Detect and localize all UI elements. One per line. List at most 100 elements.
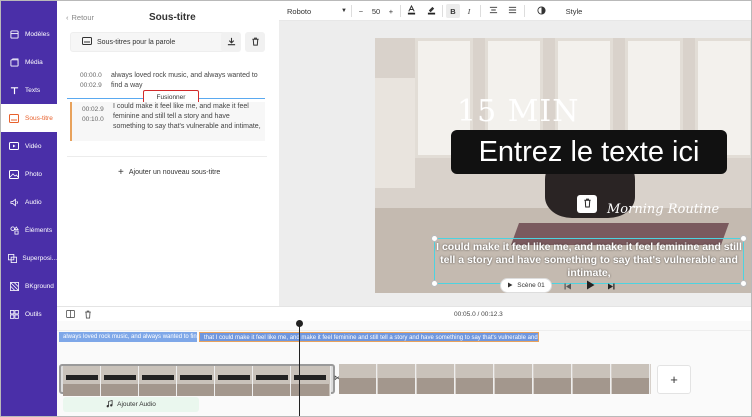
text-box[interactable]: Entrez le texte ici: [451, 130, 727, 174]
clip-thumbnail: [495, 364, 533, 394]
text-color-button[interactable]: [404, 4, 418, 18]
overlay-icon: [5, 253, 20, 263]
subtitle-times: 00:00.0 00:02.9: [80, 71, 104, 91]
playhead[interactable]: [299, 321, 300, 416]
elements-icon: [5, 225, 23, 235]
add-scene-button[interactable]: +: [657, 365, 691, 394]
download-button[interactable]: [221, 32, 241, 52]
back-label: Retour: [71, 13, 95, 22]
highlight-color-button[interactable]: [425, 4, 437, 18]
align-button[interactable]: [486, 4, 500, 18]
resize-handle[interactable]: [740, 280, 747, 287]
timeline-ruler: [57, 321, 751, 331]
play-icon: [507, 282, 513, 290]
caption-clip[interactable]: always loved rock music, and always want…: [59, 332, 197, 342]
style-button[interactable]: Style: [563, 4, 585, 18]
caption-clip[interactable]: that I could make it feel like me, and m…: [199, 332, 539, 342]
nav-item-elements[interactable]: Éléments: [1, 216, 57, 244]
font-size-input[interactable]: 50: [367, 4, 385, 18]
separator: [400, 5, 401, 17]
separator: [480, 5, 481, 17]
trash-icon[interactable]: [84, 310, 92, 321]
clip-thumbnail: [417, 364, 455, 394]
nav-item-texts[interactable]: Texts: [1, 76, 57, 104]
nav-label: Éléments: [25, 226, 53, 234]
delete-button[interactable]: [245, 32, 265, 52]
scene-play-button[interactable]: Scène 01: [500, 278, 552, 293]
line-spacing-icon: [508, 6, 517, 16]
add-audio-label: Ajouter Audio: [117, 401, 156, 408]
nav-item-bkground[interactable]: BKground: [1, 272, 57, 300]
templates-icon: [5, 29, 23, 39]
nav-label: Audio: [25, 198, 42, 206]
nav-item-photo[interactable]: Photo: [1, 160, 57, 188]
subtitle-start: 00:00.0: [80, 72, 102, 79]
line-spacing-button[interactable]: [505, 4, 519, 18]
next-button[interactable]: [604, 278, 618, 293]
video-preview[interactable]: 15 MIN Entrez le texte ici Morning Routi…: [375, 38, 751, 293]
previous-button[interactable]: [561, 278, 575, 293]
divider: [67, 156, 267, 157]
chevron-down-icon: ▼: [341, 8, 347, 14]
resize-handle[interactable]: [431, 235, 438, 242]
video-icon: [5, 142, 23, 150]
decrease-size-button[interactable]: −: [355, 4, 367, 18]
nav-item-video[interactable]: Vidéo: [1, 132, 57, 160]
play-button[interactable]: [583, 278, 597, 293]
nav-item-sous-titre[interactable]: Sous-titre: [1, 104, 57, 132]
nav-label: Sous-titre: [25, 114, 53, 122]
split-icon[interactable]: [66, 310, 75, 320]
subtitle-text[interactable]: always loved rock music, and always want…: [111, 71, 261, 91]
subtitle-item[interactable]: 00:02.9 00:10.0 I could make it feel lik…: [70, 102, 265, 141]
video-clip[interactable]: [339, 364, 651, 394]
increase-size-button[interactable]: +: [385, 4, 397, 18]
trash-icon: [251, 33, 260, 51]
nav-item-superposition[interactable]: Superposi...: [1, 244, 57, 272]
timeline-toolbar: 00:05.0 / 00:12.3: [57, 306, 751, 321]
overlay-title-text[interactable]: 15 MIN: [457, 94, 580, 129]
resize-handle[interactable]: [431, 280, 438, 287]
subtitle-icon: [5, 113, 23, 123]
italic-button[interactable]: I: [463, 4, 475, 18]
clip-thumbnail: [63, 366, 101, 396]
nav-label: Texts: [25, 86, 41, 94]
subtitle-text[interactable]: I could make it feel like me, and make i…: [113, 102, 263, 132]
resize-handle[interactable]: [740, 235, 747, 242]
clip-thumbnail: [534, 364, 572, 394]
back-button[interactable]: ‹ Retour: [66, 13, 94, 22]
nav-item-media[interactable]: Média: [1, 48, 57, 76]
clip-thumbnail: [339, 364, 377, 394]
clip-thumbnail: [215, 366, 253, 396]
opacity-button[interactable]: [534, 4, 548, 18]
video-clip-selected[interactable]: [59, 364, 335, 396]
plus-icon: +: [118, 167, 124, 178]
nav-label: Modèles: [25, 30, 50, 38]
clip-thumbnail: [139, 366, 177, 396]
nav-item-outils[interactable]: Outils: [1, 300, 57, 328]
timeline: always loved rock music, and always want…: [57, 320, 751, 416]
subtitle-times: 00:02.9 00:10.0: [82, 105, 106, 125]
add-audio-button[interactable]: Ajouter Audio: [63, 397, 199, 412]
nav-label: Vidéo: [25, 142, 42, 150]
add-subtitle-button[interactable]: + Ajouter un nouveau sous-titre: [118, 167, 220, 178]
separator: [442, 5, 443, 17]
nav-item-audio[interactable]: Audio: [1, 188, 57, 216]
text-color-icon: [407, 4, 416, 17]
media-icon: [5, 58, 23, 67]
opacity-icon: [536, 5, 546, 17]
nav-label: Média: [25, 58, 43, 66]
subtitle-panel: ‹ Retour Sous-titre Sous-titres pour la …: [57, 1, 279, 306]
delete-element-button[interactable]: [577, 195, 597, 213]
playhead-handle[interactable]: [296, 320, 303, 327]
clip-thumbnail: [177, 366, 215, 396]
clip-thumbnail: [291, 366, 331, 396]
font-select[interactable]: Roboto ▼: [287, 4, 347, 18]
bold-button[interactable]: B: [446, 4, 460, 18]
clip-thumbnail: [573, 364, 611, 394]
nav-item-modeles[interactable]: Modèles: [1, 20, 57, 48]
app-window: Modèles Média Texts Sous-titre Vidéo Pho…: [0, 0, 752, 417]
speech-subtitles-button[interactable]: Sous-titres pour la parole: [70, 32, 235, 52]
script-text[interactable]: Morning Routine: [607, 202, 719, 217]
nav-label: Photo: [25, 170, 42, 178]
canvas-area: 15 MIN Entrez le texte ici Morning Routi…: [279, 21, 751, 306]
